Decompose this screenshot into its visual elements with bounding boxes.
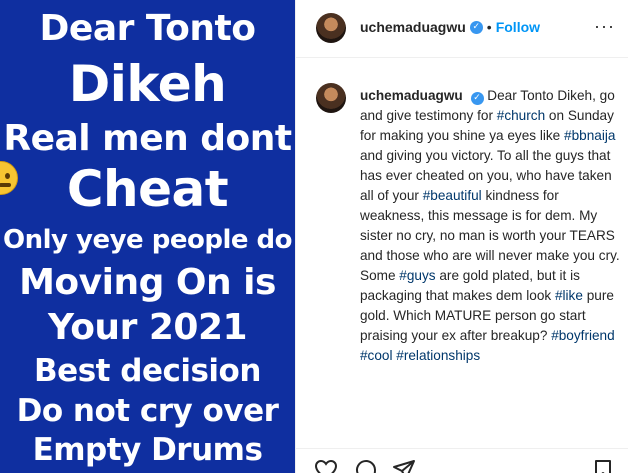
verified-badge-icon: ✓ (469, 20, 483, 34)
caption-body: Dear Tonto Dikeh, go and give testimony … (360, 88, 620, 363)
avatar[interactable] (316, 83, 346, 113)
header-user: uchemaduagwu ✓ • Follow (360, 19, 540, 35)
image-text-line: Dear Tonto (39, 8, 256, 49)
image-text-line: Cheat (66, 160, 229, 218)
image-text-line: Real men dont (3, 118, 292, 159)
hashtag-link[interactable]: #guys (399, 268, 435, 283)
avatar[interactable] (316, 13, 346, 43)
hashtag-link[interactable]: #relationships (396, 348, 480, 363)
action-bar (296, 448, 628, 473)
hashtag-link[interactable]: #beautiful (423, 188, 482, 203)
caption-text: uchemaduagwu ✓ Dear Tonto Dikeh, go and … (360, 86, 622, 366)
share-icon[interactable] (392, 459, 416, 473)
image-text-line: Your 2021 (47, 307, 248, 348)
hashtag-link[interactable]: #bbnaija (564, 128, 615, 143)
hashtag-link[interactable]: #boyfriend (551, 328, 614, 343)
post-image[interactable]: Dear Tonto Dikeh Real men dont Cheat Onl… (0, 0, 295, 473)
post-sidebar: uchemaduagwu ✓ • Follow ··· uchemaduagwu… (295, 0, 628, 473)
hashtag-link[interactable]: #church (497, 108, 545, 123)
image-text-line: Only yeye people do (2, 225, 293, 255)
hashtag-link[interactable]: #cool (360, 348, 393, 363)
post-header: uchemaduagwu ✓ • Follow ··· (296, 0, 628, 58)
separator-dot: • (486, 19, 492, 35)
comment-icon[interactable] (354, 459, 378, 473)
bookmark-icon[interactable] (593, 459, 613, 473)
more-options-icon[interactable]: ··· (594, 17, 615, 35)
image-text-line: Empty Drums (32, 432, 263, 468)
caption-username-link[interactable]: uchemaduagwu (360, 88, 463, 103)
image-text-line: Do not cry over (16, 393, 279, 429)
hashtag-link[interactable]: #like (555, 288, 583, 303)
heart-icon[interactable] (314, 459, 338, 473)
image-text-line: Best decision (34, 353, 261, 389)
image-text-line: Moving On is (19, 262, 276, 303)
image-text-line: Dikeh (68, 55, 227, 113)
follow-button[interactable]: Follow (496, 19, 540, 35)
username-link[interactable]: uchemaduagwu (360, 19, 466, 35)
verified-badge-icon: ✓ (470, 92, 484, 105)
